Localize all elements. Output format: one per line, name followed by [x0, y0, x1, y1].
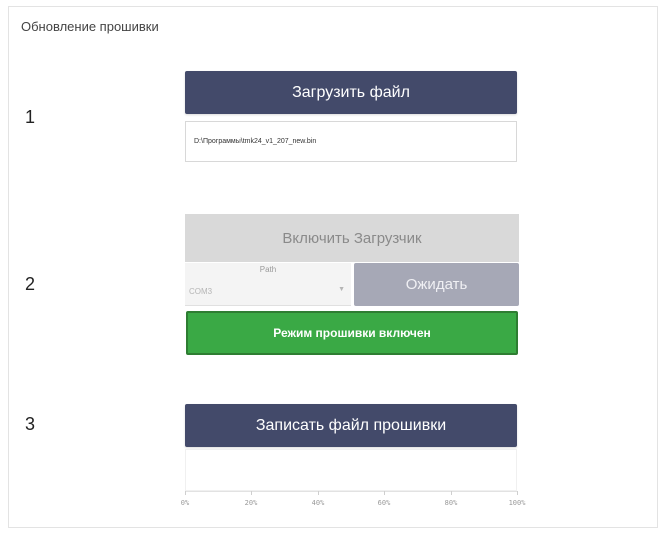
progress-axis [185, 491, 517, 492]
write-firmware-button[interactable]: Записать файл прошивки [185, 404, 517, 447]
port-select-value: COM3 [189, 287, 213, 296]
wait-button[interactable]: Ожидать [354, 263, 519, 306]
progress-tick [451, 491, 452, 495]
progress-tick [318, 491, 319, 495]
enable-bootloader-button[interactable]: Включить Загрузчик [185, 214, 519, 262]
progress-tick [384, 491, 385, 495]
flash-mode-status-badge: Режим прошивки включен [186, 311, 518, 355]
progress-chart-area [185, 449, 517, 491]
port-select[interactable]: Path COM3 ▼ [185, 263, 351, 306]
load-file-button[interactable]: Загрузить файл [185, 71, 517, 114]
panel-title: Обновление прошивки [21, 19, 159, 34]
progress-tick-label: 20% [244, 499, 258, 507]
port-select-label: Path [259, 265, 277, 274]
step-number-3: 3 [25, 414, 36, 434]
progress-tick-label: 100% [508, 499, 526, 507]
progress-tick-label: 40% [311, 499, 325, 507]
step-number-1: 1 [25, 107, 36, 127]
file-path-field: D:\Программы\tmk24_v1_207_new.bin [185, 121, 517, 162]
progress-tick [185, 491, 186, 495]
progress-tick-label: 80% [444, 499, 458, 507]
progress-tick-label: 0% [180, 499, 190, 507]
progress-tick [251, 491, 252, 495]
progress-tick-label: 60% [377, 499, 391, 507]
step-number-2: 2 [25, 274, 36, 294]
progress-tick [517, 491, 518, 495]
firmware-update-panel: Обновление прошивки 1 Загрузить файл D:\… [8, 6, 658, 528]
chevron-down-icon: ▼ [338, 286, 345, 293]
